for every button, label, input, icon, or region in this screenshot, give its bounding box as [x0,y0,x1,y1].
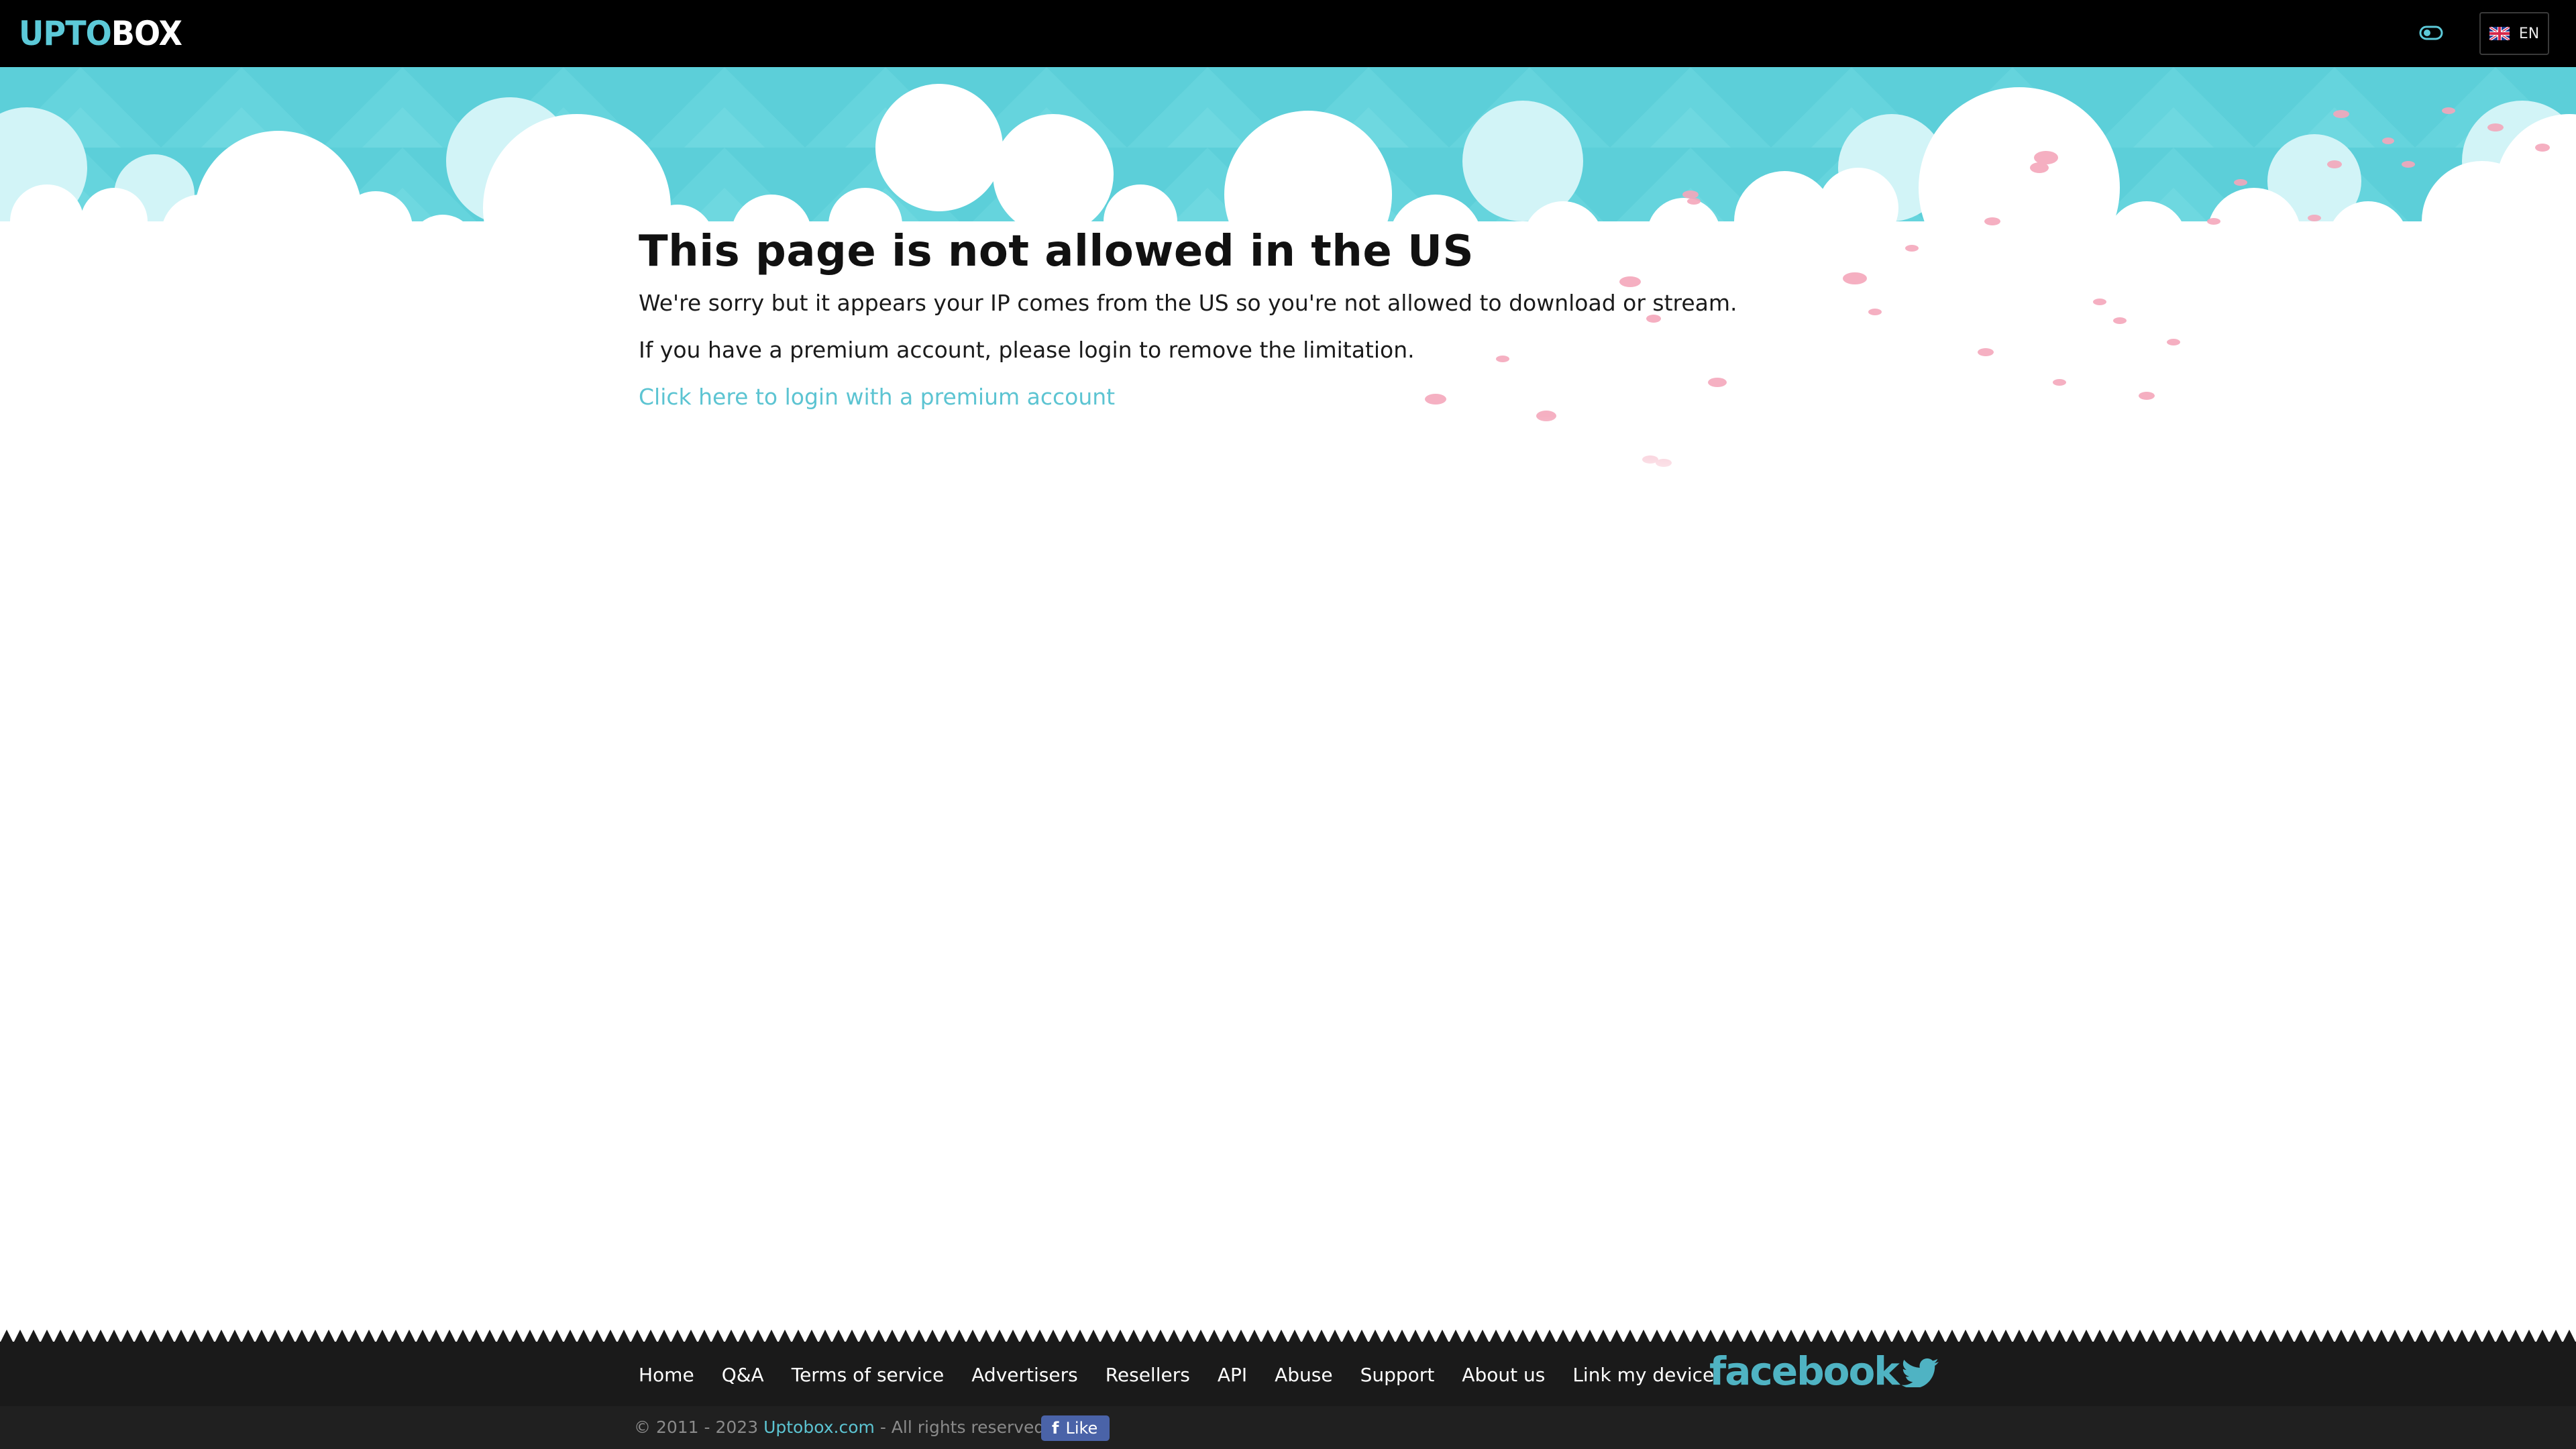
facebook-text: facebook [1709,1348,1900,1394]
footer-link-resellers[interactable]: Resellers [1106,1364,1190,1387]
footer-bottom-bar: © 2011 - 2023 Uptobox.com - All rights r… [0,1406,2576,1449]
geo-restriction-message: We're sorry but it appears your IP comes… [639,290,1737,316]
footer: Home Q&A Terms of service Advertisers Re… [0,1342,2576,1406]
footer-link-home[interactable]: Home [639,1364,694,1387]
facebook-twitter-logo[interactable]: facebook [1709,1351,1940,1391]
site-home-link[interactable]: Uptobox.com [763,1417,875,1437]
footer-link-advertisers[interactable]: Advertisers [971,1364,1077,1387]
page-title: This page is not allowed in the US [639,227,1474,276]
footer-zigzag-edge [0,1330,2576,1343]
footer-link-device[interactable]: Link my device [1572,1364,1714,1387]
copyright-rights: - All rights reserved [879,1417,1045,1437]
logo-part-1: UPTO [19,14,112,53]
top-navbar: UPTOBOX EN [0,0,2576,67]
uptobox-logo[interactable]: UPTOBOX [19,16,182,51]
facebook-f-icon: f [1052,1419,1059,1438]
facebook-like-button[interactable]: f Like [1041,1415,1110,1441]
logo-part-2: BOX [111,14,182,53]
uk-flag-icon [2489,27,2510,40]
footer-link-support[interactable]: Support [1360,1364,1435,1387]
language-label: EN [2518,25,2540,42]
language-selector-button[interactable]: EN [2479,12,2549,55]
footer-nav: Home Q&A Terms of service Advertisers Re… [639,1364,1741,1387]
like-label: Like [1065,1419,1098,1438]
toggle-icon[interactable] [2419,25,2443,41]
twitter-bird-icon [1901,1358,1939,1387]
premium-hint-message: If you have a premium account, please lo… [639,337,1415,363]
main-content: This page is not allowed in the US We're… [639,221,1846,411]
copyright-years: © 2011 - 2023 [634,1417,759,1437]
premium-login-link[interactable]: Click here to login with a premium accou… [639,384,1115,411]
footer-link-api[interactable]: API [1218,1364,1247,1387]
footer-link-abuse[interactable]: Abuse [1275,1364,1333,1387]
copyright: © 2011 - 2023 Uptobox.com - All rights r… [634,1417,1044,1438]
footer-link-qa[interactable]: Q&A [722,1364,764,1387]
footer-link-about[interactable]: About us [1462,1364,1545,1387]
footer-link-terms[interactable]: Terms of service [792,1364,945,1387]
